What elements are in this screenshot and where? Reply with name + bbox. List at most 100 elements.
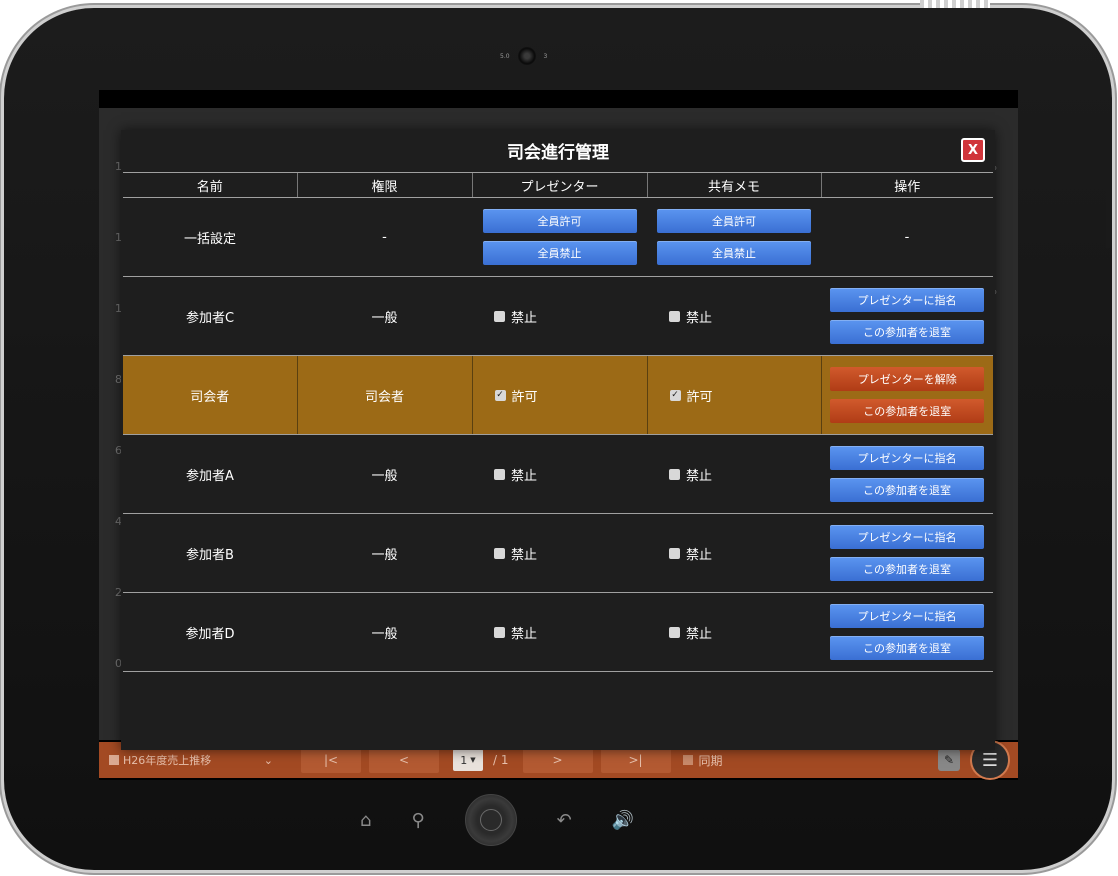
memo-cell: 禁止 bbox=[647, 592, 821, 672]
home-button-ring bbox=[479, 809, 502, 831]
last-page-button[interactable]: >| bbox=[600, 747, 671, 773]
page-number-select[interactable]: 1 ▼ bbox=[453, 749, 483, 771]
checkbox-icon bbox=[494, 468, 505, 480]
participant-name: 参加者A bbox=[123, 434, 297, 514]
assign-presenter-button[interactable]: プレゼンターに指名 bbox=[830, 288, 984, 312]
header-role: 権限 bbox=[296, 172, 472, 198]
screen: 1,4001,2001,0008006004002000 1月2月3月4月5月6… bbox=[99, 90, 1018, 780]
caret-down-icon: ▼ bbox=[470, 756, 476, 764]
checkbox-icon bbox=[669, 310, 680, 322]
bulk-settings-row: 一括設定 - 全員許可 全員禁止 全員許可 全員禁止 - bbox=[123, 197, 993, 277]
memo-allow-all-button[interactable]: 全員許可 bbox=[657, 209, 811, 233]
header-memo: 共有メモ bbox=[646, 172, 821, 198]
volume-icon[interactable]: 🔊 bbox=[612, 810, 634, 831]
bulk-role: - bbox=[297, 197, 472, 277]
memo-status: 禁止 bbox=[686, 310, 713, 326]
participant-role: 一般 bbox=[297, 434, 472, 514]
checkbox-icon bbox=[669, 547, 680, 559]
close-button[interactable]: X bbox=[961, 138, 985, 162]
participant-role: 一般 bbox=[297, 276, 472, 356]
participant-name: 参加者B bbox=[123, 513, 297, 593]
presenter-deny-all-button[interactable]: 全員禁止 bbox=[482, 241, 637, 265]
participant-name: 参加者D bbox=[123, 592, 297, 672]
power-button bbox=[1106, 148, 1112, 248]
presenter-cell: 禁止 bbox=[472, 592, 647, 672]
memo-checkbox[interactable]: 禁止 bbox=[669, 465, 712, 484]
memo-checkbox[interactable]: 禁止 bbox=[669, 623, 712, 642]
memo-cell: 禁止 bbox=[647, 276, 821, 356]
pen-icon[interactable]: ✎ bbox=[938, 749, 960, 771]
moderation-modal: 司会進行管理 X 名前 権限 プレゼンター 共有メモ 操作 一括設定 - 全員許… bbox=[121, 130, 995, 750]
bulk-memo-cell: 全員許可 全員禁止 bbox=[647, 197, 821, 277]
volume-button bbox=[4, 148, 10, 228]
search-icon[interactable]: ⚲ bbox=[411, 810, 424, 831]
front-camera: 5.0 3 bbox=[500, 46, 547, 66]
memo-status: 禁止 bbox=[686, 547, 713, 563]
checkmark-icon: ✓ bbox=[494, 389, 506, 401]
memo-status: 許可 bbox=[686, 389, 713, 405]
bulk-name: 一括設定 bbox=[123, 197, 297, 277]
bulk-op: - bbox=[821, 197, 993, 277]
back-icon[interactable]: ↶ bbox=[557, 810, 572, 831]
camera-lens-icon bbox=[517, 47, 536, 65]
header-operation: 操作 bbox=[820, 172, 993, 198]
operation-cell: プレゼンターに指名 この参加者を退室 bbox=[821, 513, 993, 593]
device-navigation-bar: ⌂ ⚲ ↶ 🔊 bbox=[360, 794, 740, 846]
remove-participant-button[interactable]: この参加者を退室 bbox=[830, 557, 984, 581]
participant-table: 名前 権限 プレゼンター 共有メモ 操作 一括設定 - 全員許可 全員禁止 全員… bbox=[123, 172, 993, 672]
host-row: 司会者 司会者 ✓ 許可 ✓ 許可 プレゼンターを解除 この参加者を退室 bbox=[123, 355, 993, 435]
presenter-allow-all-button[interactable]: 全員許可 bbox=[482, 209, 637, 233]
presenter-checkbox[interactable]: 禁止 bbox=[494, 465, 537, 484]
assign-presenter-button[interactable]: プレゼンターに指名 bbox=[830, 446, 984, 470]
presenter-cell: 禁止 bbox=[472, 513, 647, 593]
memo-cell: 禁止 bbox=[647, 513, 821, 593]
presenter-status: 禁止 bbox=[511, 310, 538, 326]
home-icon[interactable]: ⌂ bbox=[360, 810, 371, 831]
remove-participant-button[interactable]: この参加者を退室 bbox=[830, 636, 984, 660]
operation-cell: プレゼンターに指名 この参加者を退室 bbox=[821, 434, 993, 514]
presenter-checkbox[interactable]: 禁止 bbox=[494, 623, 537, 642]
memo-checkbox[interactable]: 禁止 bbox=[669, 544, 712, 563]
presenter-checkbox[interactable]: ✓ 許可 bbox=[494, 386, 538, 405]
assign-presenter-button[interactable]: プレゼンターに指名 bbox=[830, 604, 984, 628]
remove-participant-button[interactable]: この参加者を退室 bbox=[830, 399, 985, 423]
memo-checkbox[interactable]: 禁止 bbox=[669, 307, 712, 326]
bulk-presenter-cell: 全員許可 全員禁止 bbox=[472, 197, 647, 277]
operation-cell: プレゼンターに指名 この参加者を退室 bbox=[821, 592, 993, 672]
document-icon bbox=[109, 755, 119, 765]
presenter-status: 禁止 bbox=[511, 468, 538, 484]
remove-participant-button[interactable]: この参加者を退室 bbox=[830, 320, 984, 344]
assign-presenter-button[interactable]: プレゼンターに指名 bbox=[830, 525, 984, 549]
memo-status: 禁止 bbox=[686, 626, 713, 642]
header-name: 名前 bbox=[123, 172, 297, 198]
participant-role: 一般 bbox=[297, 592, 472, 672]
checkbox-icon bbox=[669, 468, 680, 480]
next-page-button[interactable]: > bbox=[522, 747, 593, 773]
sync-label: 同期 bbox=[698, 753, 723, 768]
operation-cell: プレゼンターに指名 この参加者を退室 bbox=[821, 276, 993, 356]
memo-deny-all-button[interactable]: 全員禁止 bbox=[657, 241, 811, 265]
first-page-button[interactable]: |< bbox=[301, 747, 361, 773]
presenter-checkbox[interactable]: 禁止 bbox=[494, 307, 537, 326]
participant-row: 参加者D 一般 禁止 禁止 プレゼンターに指名 この参加者を退室 bbox=[123, 592, 993, 672]
memo-status: 禁止 bbox=[686, 468, 713, 484]
sync-checkbox bbox=[682, 755, 693, 765]
presenter-checkbox[interactable]: 禁止 bbox=[494, 544, 537, 563]
checkbox-icon bbox=[494, 626, 505, 638]
remove-participant-button[interactable]: この参加者を退室 bbox=[830, 478, 984, 502]
home-button[interactable] bbox=[464, 794, 517, 846]
release-presenter-button[interactable]: プレゼンターを解除 bbox=[830, 367, 985, 391]
document-select-label: H26年度売上推移 bbox=[123, 754, 212, 767]
participant-role: 一般 bbox=[297, 513, 472, 593]
modal-title: 司会進行管理 bbox=[507, 143, 609, 163]
participant-row: 参加者C 一般 禁止 禁止 プレゼンターに指名 この参加者を退室 bbox=[123, 276, 993, 356]
presenter-status: 禁止 bbox=[511, 547, 538, 563]
page-total: / 1 bbox=[493, 753, 509, 767]
participant-name: 司会者 bbox=[123, 355, 297, 435]
chevron-down-icon: ⌄ bbox=[263, 753, 273, 767]
document-select[interactable]: H26年度売上推移 ⌄ bbox=[109, 747, 279, 773]
header-presenter: プレゼンター bbox=[471, 172, 647, 198]
prev-page-button[interactable]: < bbox=[369, 747, 439, 773]
memo-checkbox[interactable]: ✓ 許可 bbox=[669, 386, 713, 405]
sync-toggle[interactable]: 同期 bbox=[682, 752, 723, 769]
